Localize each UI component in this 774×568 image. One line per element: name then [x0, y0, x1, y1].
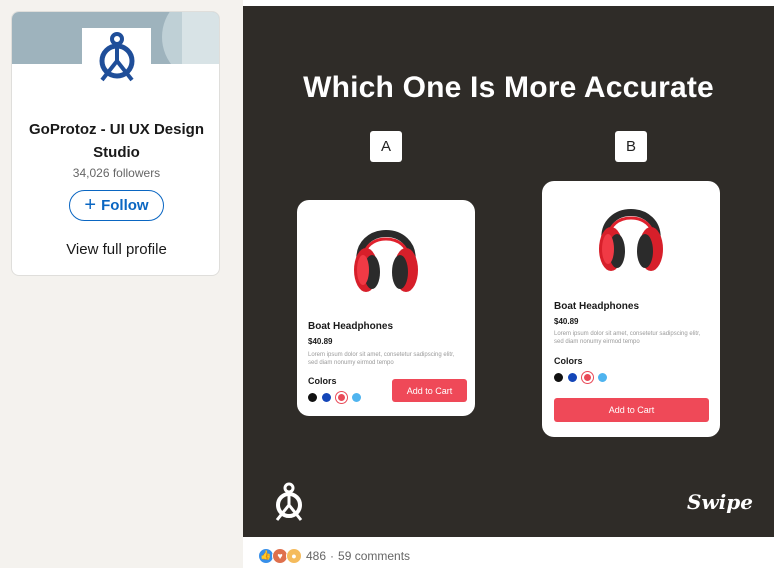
headphones-image [599, 209, 663, 271]
colors-label: Colors [554, 356, 583, 366]
product-card-a: Boat Headphones $40.89 Lorem ipsum dolor… [297, 200, 475, 416]
option-b-label: B [615, 131, 647, 162]
view-full-profile-link[interactable]: View full profile [12, 241, 219, 258]
follow-button[interactable]: + Follow [69, 190, 164, 221]
colors-label: Colors [308, 376, 337, 386]
goprotoz-logo-icon [275, 482, 303, 521]
company-name[interactable]: GoProtoz - UI UX Design Studio [12, 118, 219, 164]
plus-icon: + [84, 193, 97, 216]
post-headline: Which One Is More Accurate [303, 71, 714, 104]
product-description: Lorem ipsum dolor sit amet, consetetur s… [308, 352, 455, 366]
reaction-count[interactable]: 486 [306, 549, 326, 563]
comments-count[interactable]: 59 comments [338, 549, 410, 563]
social-counts-bar: 👍 ♥ ● 486 · 59 comments [243, 543, 774, 568]
post-image[interactable]: Which One Is More Accurate A B Boat Head… [243, 6, 774, 537]
color-swatches [554, 372, 607, 383]
color-swatch-black[interactable] [308, 393, 317, 402]
add-to-cart-button[interactable]: Add to Cart [392, 379, 467, 402]
color-swatch-red[interactable] [582, 372, 593, 383]
color-swatch-black[interactable] [554, 373, 563, 382]
swipe-signature: Swipe [687, 490, 753, 514]
color-swatch-blue[interactable] [568, 373, 577, 382]
color-swatch-light-blue[interactable] [598, 373, 607, 382]
insightful-icon: ● [286, 547, 302, 564]
product-price: $40.89 [554, 317, 579, 326]
product-card-b: Boat Headphones $40.89 Lorem ipsum dolor… [542, 181, 720, 437]
color-swatch-blue[interactable] [322, 393, 331, 402]
add-to-cart-button[interactable]: Add to Cart [554, 398, 709, 422]
reaction-icons[interactable]: 👍 ♥ ● [258, 547, 302, 564]
separator: · [330, 548, 335, 563]
company-profile-card: GoProtoz - UI UX Design Studio 34,026 fo… [11, 11, 220, 276]
goprotoz-logo-icon [99, 31, 134, 81]
follow-label: Follow [101, 197, 149, 214]
color-swatch-light-blue[interactable] [352, 393, 361, 402]
product-name: Boat Headphones [554, 301, 640, 312]
option-a-label: A [370, 131, 402, 162]
headphones-image [354, 230, 418, 292]
color-swatch-red[interactable] [336, 392, 347, 403]
product-price: $40.89 [308, 337, 333, 346]
follower-count: 34,026 followers [72, 166, 161, 180]
product-description: Lorem ipsum dolor sit amet, consetetur s… [554, 331, 701, 345]
color-swatches [308, 392, 361, 403]
company-logo[interactable] [82, 28, 151, 85]
product-name: Boat Headphones [308, 321, 394, 332]
